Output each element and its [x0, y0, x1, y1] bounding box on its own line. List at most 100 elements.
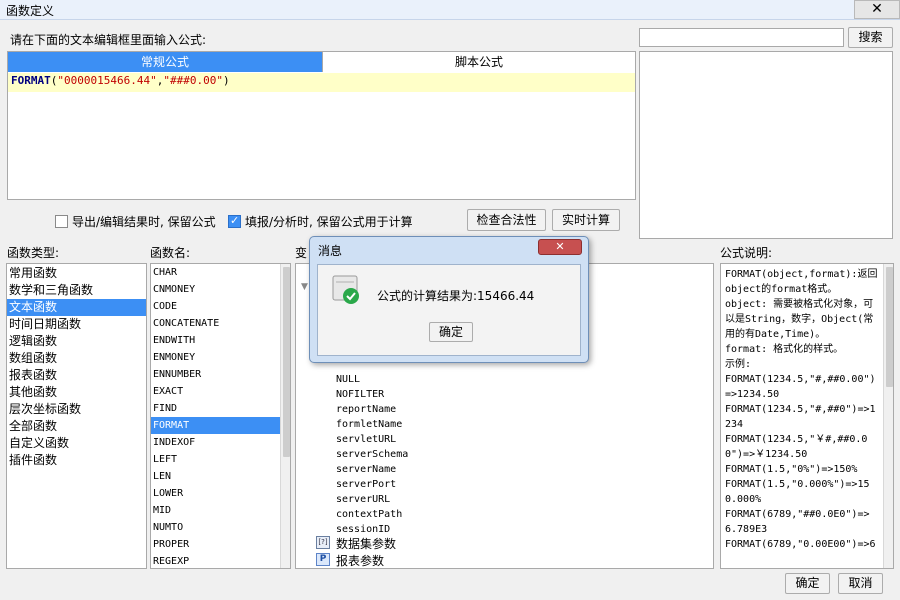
export-keep-label: 导出/编辑结果时, 保留公式 [72, 215, 216, 229]
category-item[interactable]: 时间日期函数 [7, 316, 146, 333]
message-title: 消息 [318, 244, 343, 258]
function-item[interactable]: ENNUMBER [151, 366, 280, 383]
function-item[interactable]: LEN [151, 468, 280, 485]
function-item[interactable]: EXACT [151, 383, 280, 400]
description-line: FORMAT(1234.5,"#,##0.00")=>1234.50 [725, 374, 876, 400]
formula-arg2: "###0.00" [163, 74, 223, 87]
realtime-calc-button[interactable]: 实时计算 [552, 209, 620, 231]
message-dialog: 消息 ✕ 公式的计算结果为:15466.44 确定 [309, 236, 589, 363]
function-item[interactable]: PROPER [151, 536, 280, 553]
search-results-panel [639, 51, 893, 239]
variable-item[interactable]: NOFILTER [336, 387, 408, 402]
variable-items: NULL NOFILTER reportName formletName ser… [336, 372, 408, 537]
description-line: object: 需要被格式化对象，可以是String，数字，Object(常用的… [725, 299, 874, 340]
check-validity-button[interactable]: 检查合法性 [467, 209, 546, 231]
close-icon: ✕ [871, 1, 883, 17]
formula-function: FORMAT [11, 74, 51, 87]
description-text: FORMAT(object,format):返回object的format格式。… [721, 264, 883, 555]
category-item[interactable]: 自定义函数 [7, 435, 146, 452]
description-line: format: 格式化的样式。 [725, 344, 844, 355]
variable-item[interactable]: NULL [336, 372, 408, 387]
description-line: FORMAT(6789,"##0.0E0")=>6.789E3 [725, 509, 870, 535]
tab-regular-formula[interactable]: 常规公式 [8, 52, 322, 72]
function-item[interactable]: REGEXP [151, 553, 280, 568]
variable-item[interactable]: serverURL [336, 492, 408, 507]
message-body: 公式的计算结果为:15466.44 确定 [317, 264, 581, 356]
description-line: 示例: [725, 359, 752, 370]
category-item[interactable]: 层次坐标函数 [7, 401, 146, 418]
description-line: FORMAT(1.5,"0.000%")=>150.000% [725, 479, 870, 505]
formula-input[interactable]: FORMAT("0000015466.44","###0.00") [8, 73, 635, 92]
fill-keep-checkbox[interactable] [228, 214, 241, 228]
fill-keep-label: 填报/分析时, 保留公式用于计算 [245, 215, 413, 229]
tree-expand-icon[interactable]: ▼ [301, 282, 308, 292]
description-panel: FORMAT(object,format):返回object的format格式。… [720, 263, 894, 569]
function-item[interactable]: LOWER [151, 485, 280, 502]
category-item[interactable]: 报表函数 [7, 367, 146, 384]
variable-item[interactable]: serverName [336, 462, 408, 477]
search-button[interactable]: 搜索 [848, 27, 893, 48]
formula-arg1: "0000015466.44" [57, 74, 157, 87]
variable-item[interactable]: formletName [336, 417, 408, 432]
variable-item[interactable]: contextPath [336, 507, 408, 522]
report-param-group[interactable]: 报表参数 [336, 552, 384, 568]
success-icon [332, 275, 360, 305]
message-close-button[interactable]: ✕ [538, 239, 582, 255]
description-line: FORMAT(1.5,"0%")=>150% [725, 464, 858, 475]
variable-item[interactable]: serverSchema [336, 447, 408, 462]
ok-button[interactable]: 确定 [785, 573, 830, 594]
function-item[interactable]: FIND [151, 400, 280, 417]
description-scrollbar[interactable] [883, 264, 893, 568]
function-list[interactable]: CHAR CNMONEY CODE CONCATENATE ENDWITH EN… [150, 263, 291, 569]
description-line: FORMAT(object,format):返回object的format格式。 [725, 269, 878, 295]
message-text: 公式的计算结果为:15466.44 [377, 289, 535, 303]
category-item[interactable]: 逻辑函数 [7, 333, 146, 350]
function-scroll-thumb[interactable] [283, 267, 290, 457]
title-bar: 函数定义 [0, 0, 900, 20]
export-keep-checkbox[interactable] [55, 215, 68, 228]
category-item[interactable]: 数学和三角函数 [7, 282, 146, 299]
window-title: 函数定义 [6, 4, 55, 18]
function-item[interactable]: CODE [151, 298, 280, 315]
category-item[interactable]: 其他函数 [7, 384, 146, 401]
tab-script-formula[interactable]: 脚本公式 [322, 52, 635, 72]
formula-paren-close: ) [222, 74, 230, 87]
function-header: 函数名: [150, 246, 191, 260]
function-item[interactable]: MID [151, 502, 280, 519]
window-close-button[interactable]: ✕ [854, 0, 900, 19]
function-item[interactable]: CNMONEY [151, 281, 280, 298]
category-item[interactable]: 插件函数 [7, 452, 146, 469]
message-close-icon: ✕ [555, 240, 565, 253]
function-item[interactable]: INDEXOF [151, 434, 280, 451]
variable-item[interactable]: servletURL [336, 432, 408, 447]
dataset-param-group[interactable]: 数据集参数 [336, 535, 396, 552]
function-scrollbar[interactable] [280, 264, 290, 568]
function-item[interactable]: LEFT [151, 451, 280, 468]
function-item[interactable]: FORMAT [151, 417, 280, 434]
function-item[interactable]: NUMTO [151, 519, 280, 536]
editor-prompt: 请在下面的文本编辑框里面输入公式: [10, 33, 207, 47]
variable-header: 变 [295, 246, 308, 260]
description-line: FORMAT(1234.5,"#,##0")=>1234 [725, 404, 876, 430]
variable-item[interactable]: reportName [336, 402, 408, 417]
description-scroll-thumb[interactable] [886, 267, 893, 387]
category-item[interactable]: 全部函数 [7, 418, 146, 435]
function-item[interactable]: CONCATENATE [151, 315, 280, 332]
function-items: CHAR CNMONEY CODE CONCATENATE ENDWITH EN… [151, 264, 280, 568]
category-header: 函数类型: [7, 246, 60, 260]
variable-item[interactable]: serverPort [336, 477, 408, 492]
dataset-param-icon: [?] [316, 536, 330, 549]
function-item[interactable]: ENDWITH [151, 332, 280, 349]
search-input[interactable] [639, 28, 844, 47]
category-list[interactable]: 常用函数 数学和三角函数 文本函数 时间日期函数 逻辑函数 数组函数 报表函数 … [6, 263, 147, 569]
function-item[interactable]: ENMONEY [151, 349, 280, 366]
formula-editor-panel: 常规公式 脚本公式 FORMAT("0000015466.44","###0.0… [7, 51, 636, 200]
function-item[interactable]: CHAR [151, 264, 280, 281]
category-item[interactable]: 数组函数 [7, 350, 146, 367]
description-line: FORMAT(6789,"0.00E00")=>6 [725, 539, 876, 550]
category-item[interactable]: 常用函数 [7, 265, 146, 282]
report-param-icon: P [316, 553, 330, 566]
cancel-button[interactable]: 取消 [838, 573, 883, 594]
message-ok-button[interactable]: 确定 [429, 322, 473, 342]
category-item[interactable]: 文本函数 [7, 299, 146, 316]
